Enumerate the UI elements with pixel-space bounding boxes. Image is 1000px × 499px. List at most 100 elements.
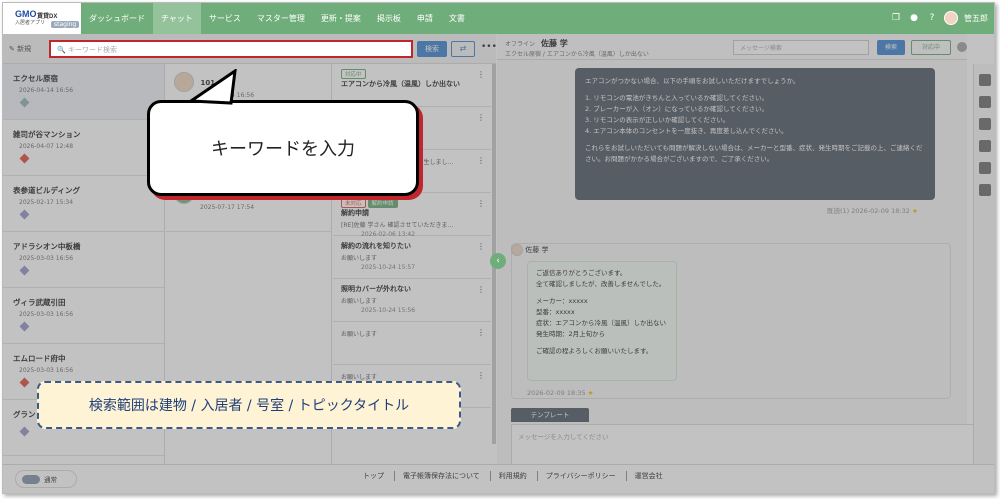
filter-icon[interactable]: ⇄ <box>451 41 475 57</box>
status-badge: オフライン <box>505 41 536 48</box>
avatar <box>511 244 523 256</box>
kebab-icon[interactable]: ⋮ <box>477 285 485 294</box>
mode-toggle[interactable]: 通常 <box>15 470 77 488</box>
topic-preview: お願いします <box>341 298 378 305</box>
status-icon <box>19 153 30 164</box>
status-badge: 対応中 <box>341 69 366 79</box>
footer-link-privacy[interactable]: プライバシーポリシー <box>536 471 616 481</box>
building-name: ヴィラ武蔵引田 <box>13 298 66 307</box>
window-icon[interactable]: ❐ <box>890 12 902 24</box>
footer-link-terms[interactable]: 利用規約 <box>489 471 527 481</box>
topic-date: 2025-10-24 15:57 <box>361 264 416 271</box>
new-label: 新規 <box>17 45 32 53</box>
meta-text: 2026-02-09 18:35 <box>527 389 586 397</box>
list-item[interactable]: 雑司が谷マンション 2026-04-07 12:48 <box>3 120 164 176</box>
document-icon[interactable] <box>979 140 991 152</box>
topic-tags: 未対応 解約申請 <box>341 198 483 208</box>
nav-application[interactable]: 申請 <box>409 3 441 34</box>
footer-link-company[interactable]: 運営会社 <box>625 471 663 481</box>
faq-icon[interactable] <box>979 162 991 174</box>
users-icon[interactable] <box>979 74 991 86</box>
list-item[interactable]: アドラシオン中板橋 2025-03-03 16:56 <box>3 232 164 288</box>
topic-preview: [RE]佐藤 学さん 確認させていただきま… <box>341 222 454 229</box>
status-badge: 解約申請 <box>367 198 398 208</box>
star-icon[interactable]: ★ <box>912 207 918 215</box>
kebab-icon[interactable]: ⋮ <box>477 113 485 122</box>
building-date: 2025-03-03 16:56 <box>19 311 74 318</box>
kebab-icon[interactable]: ⋮ <box>477 199 485 208</box>
new-button[interactable]: ✎ 新規 <box>9 44 31 54</box>
search-icon: 🔍 <box>57 46 66 54</box>
nav-dashboard[interactable]: ダッシュボード <box>81 3 153 34</box>
nav-board[interactable]: 掲示板 <box>369 3 409 34</box>
callout-box: キーワードを入力 <box>147 100 419 196</box>
template-button[interactable]: テンプレート <box>511 408 589 422</box>
contact-icon[interactable] <box>979 118 991 130</box>
building-date: 2025-02-17 15:34 <box>19 199 74 206</box>
list-item[interactable]: 照明カバーが外れない お願いします 2025-10-24 15:56 ⋮ <box>333 279 491 322</box>
star-icon[interactable]: ★ <box>588 389 594 397</box>
message-line: 発生時期：2月上旬から <box>536 330 606 338</box>
avatar[interactable] <box>944 11 958 25</box>
list-item[interactable]: 表参道ビルディング 2025-02-17 15:34 <box>3 176 164 232</box>
topic-preview: お願いします <box>341 331 378 338</box>
chevron-left-icon[interactable]: ‹ <box>490 253 506 269</box>
nav-renewal[interactable]: 更新・提案 <box>313 3 369 34</box>
building-name: エクセル原宿 <box>13 74 58 83</box>
search-button[interactable]: 検索 <box>417 41 447 57</box>
more-icon[interactable]: ••• <box>481 42 497 52</box>
footer-link-ebook[interactable]: 電子帳簿保存法について <box>394 471 480 481</box>
kebab-icon[interactable]: ⋮ <box>477 156 485 165</box>
building-name: 表参道ビルディング <box>13 186 80 195</box>
nav-chat[interactable]: チャット <box>153 3 201 34</box>
status-icon <box>19 209 30 220</box>
nav-documents[interactable]: 文書 <box>441 3 473 34</box>
topic-date: 2025-10-24 15:56 <box>361 307 416 314</box>
topic-title: エアコンから冷風（温風）しか出ない <box>341 80 460 88</box>
topic-title: 解約申請 <box>341 209 369 217</box>
list-item[interactable]: お願いします ⋮ <box>333 322 491 365</box>
close-icon[interactable] <box>957 42 967 52</box>
topic-tags: 対応中 <box>341 69 483 79</box>
sender-label: 佐藤 学 <box>525 246 549 254</box>
main-nav: ダッシュボード チャット サービス マスター管理 更新・提案 掲示板 申請 文書 <box>81 3 473 34</box>
bell-icon[interactable]: ● <box>908 12 920 24</box>
message-line: 全て確認しましたが、改善しませんでした。 <box>536 280 666 288</box>
header-tools: ❐ ● ? 管五郎 <box>890 11 988 25</box>
nav-service[interactable]: サービス <box>201 3 249 34</box>
footer-link-top[interactable]: トップ <box>355 471 384 481</box>
toggle-label: 通常 <box>44 476 57 484</box>
list-item[interactable]: ヴィラ武蔵引田 2025-03-03 16:56 <box>3 288 164 344</box>
kebab-icon[interactable]: ⋮ <box>477 242 485 251</box>
building-date: 2025-03-03 16:56 <box>19 255 74 262</box>
right-toolbar <box>973 64 994 464</box>
message-search-button[interactable]: 検索 <box>877 40 905 55</box>
logo[interactable]: GMO 賃貸DX 入居者アプリ staging <box>3 3 81 34</box>
status-icon <box>19 377 30 388</box>
building-date: 2025-03-03 16:56 <box>19 367 74 374</box>
user-name[interactable]: 管五郎 <box>964 13 988 24</box>
nav-master[interactable]: マスター管理 <box>249 3 313 34</box>
kebab-icon[interactable]: ⋮ <box>477 371 485 380</box>
resident-date: 2025-07-17 17:54 <box>200 204 255 211</box>
message-meta: 既読(1) 2026-02-09 18:32 ★ <box>827 205 918 215</box>
status-dropdown[interactable]: 対応中 <box>911 40 951 55</box>
logo-sub: 入居者アプリ <box>15 20 46 26</box>
search-input[interactable]: 🔍 キーワード検索 <box>49 40 413 58</box>
list-item[interactable]: 解約の流れを知りたい お願いします 2025-10-24 15:57 ⋮ <box>333 236 491 279</box>
message-input[interactable]: メッセージを入力してください <box>511 424 981 468</box>
search-row: ✎ 新規 🔍 キーワード検索 検索 ⇄ ••• <box>3 34 497 64</box>
list-item[interactable]: 未対応 解約申請 解約申請 [RE]佐藤 学さん 確認させていただきま… 2026-02… <box>333 193 491 238</box>
logo-text: GMO <box>15 9 37 19</box>
chat-name: 佐藤 学 <box>541 39 568 48</box>
kebab-icon[interactable]: ⋮ <box>477 328 485 337</box>
check-icon[interactable] <box>979 96 991 108</box>
ai-icon[interactable] <box>979 184 991 196</box>
help-icon[interactable]: ? <box>926 12 938 24</box>
kebab-icon[interactable]: ⋮ <box>477 70 485 79</box>
message-line: これらをお試しいただいても問題が解決しない場合は、メーカーと型番、症状、発生時期… <box>585 144 923 163</box>
message-search-input[interactable]: メッセージ検索 <box>733 40 869 55</box>
message-line: 2. ブレーカーが入（オン）になっているか確認してください。 <box>585 105 769 113</box>
list-item[interactable]: エクセル原宿 2026-04-14 16:56 <box>3 64 164 120</box>
chat-header: オフライン 佐藤 学 エクセル原宿 / エアコンから冷風（温風）しか出ない メッセ… <box>497 34 967 60</box>
